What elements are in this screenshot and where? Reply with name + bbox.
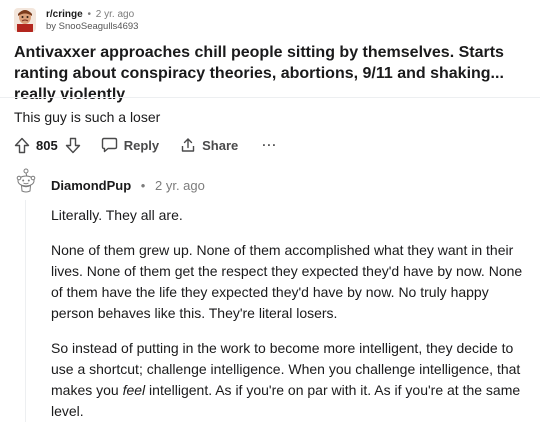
thread-line[interactable] xyxy=(25,200,26,422)
meta-separator: • xyxy=(87,9,91,20)
reply-label: Reply xyxy=(123,137,160,153)
share-button[interactable]: Share xyxy=(180,137,238,153)
share-label: Share xyxy=(202,137,239,153)
share-icon xyxy=(181,138,195,152)
downvote-button[interactable] xyxy=(65,137,81,154)
downvote-arrow-icon xyxy=(65,137,80,153)
reply-meta: DiamondPup • 2 yr. ago xyxy=(51,178,205,194)
post-meta: r/cringe • 2 yr. ago xyxy=(46,9,134,21)
emphasis-text: feel xyxy=(122,382,146,398)
reply-button[interactable]: Reply xyxy=(101,137,159,153)
subreddit-name[interactable]: r/cringe xyxy=(46,9,83,20)
post-header: r/cringe • 2 yr. ago by SnooSeagulls4693 xyxy=(0,0,540,36)
upvote-arrow-icon xyxy=(14,137,30,153)
snoo-avatar-icon[interactable] xyxy=(11,166,41,196)
post-title[interactable]: Antivaxxer approaches chill people sitti… xyxy=(14,42,534,105)
post-age: 2 yr. ago xyxy=(95,9,135,20)
meta-separator: • xyxy=(140,178,146,193)
reply-age: 2 yr. ago xyxy=(154,178,205,193)
reply-paragraph: So instead of putting in the work to bec… xyxy=(51,338,531,422)
divider xyxy=(0,97,540,98)
comment-bubble-icon xyxy=(101,137,117,153)
vote-count: 805 xyxy=(36,137,58,153)
comment-action-bar: 805 Reply Share ··· xyxy=(14,135,277,155)
reply-username[interactable]: DiamondPup xyxy=(51,178,131,193)
reply-body: Literally. They all are. None of them gr… xyxy=(51,205,531,428)
reply-paragraph: Literally. They all are. xyxy=(51,207,183,223)
comment-body: This guy is such a loser xyxy=(14,109,161,125)
more-options-button[interactable]: ··· xyxy=(262,138,277,152)
reply-paragraph: None of them grew up. None of them accom… xyxy=(51,242,523,321)
upvote-button[interactable] xyxy=(14,137,30,154)
post-author[interactable]: by SnooSeagulls4693 xyxy=(46,21,138,33)
subreddit-avatar-icon[interactable] xyxy=(14,8,36,32)
